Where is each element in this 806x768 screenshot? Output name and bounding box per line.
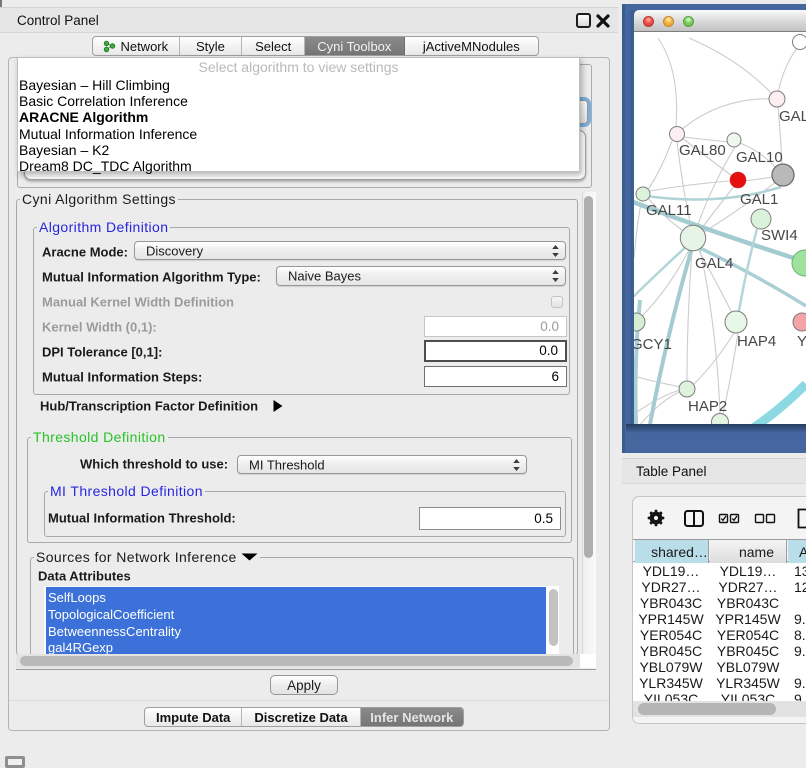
svg-text:SWI4: SWI4	[761, 227, 798, 244]
svg-text:GAL11: GAL11	[646, 202, 692, 219]
svg-text:GAL4: GAL4	[695, 255, 733, 272]
svg-text:GAL1: GAL1	[740, 191, 778, 208]
svg-text:Y: Y	[797, 333, 806, 350]
svg-text:GAL80: GAL80	[679, 142, 726, 159]
svg-text:GAL: GAL	[779, 108, 806, 125]
svg-text:HAP4: HAP4	[737, 333, 776, 350]
svg-text:GAL10: GAL10	[736, 149, 783, 166]
svg-text:GCY1: GCY1	[634, 336, 672, 353]
svg-text:HAP2: HAP2	[688, 398, 727, 415]
